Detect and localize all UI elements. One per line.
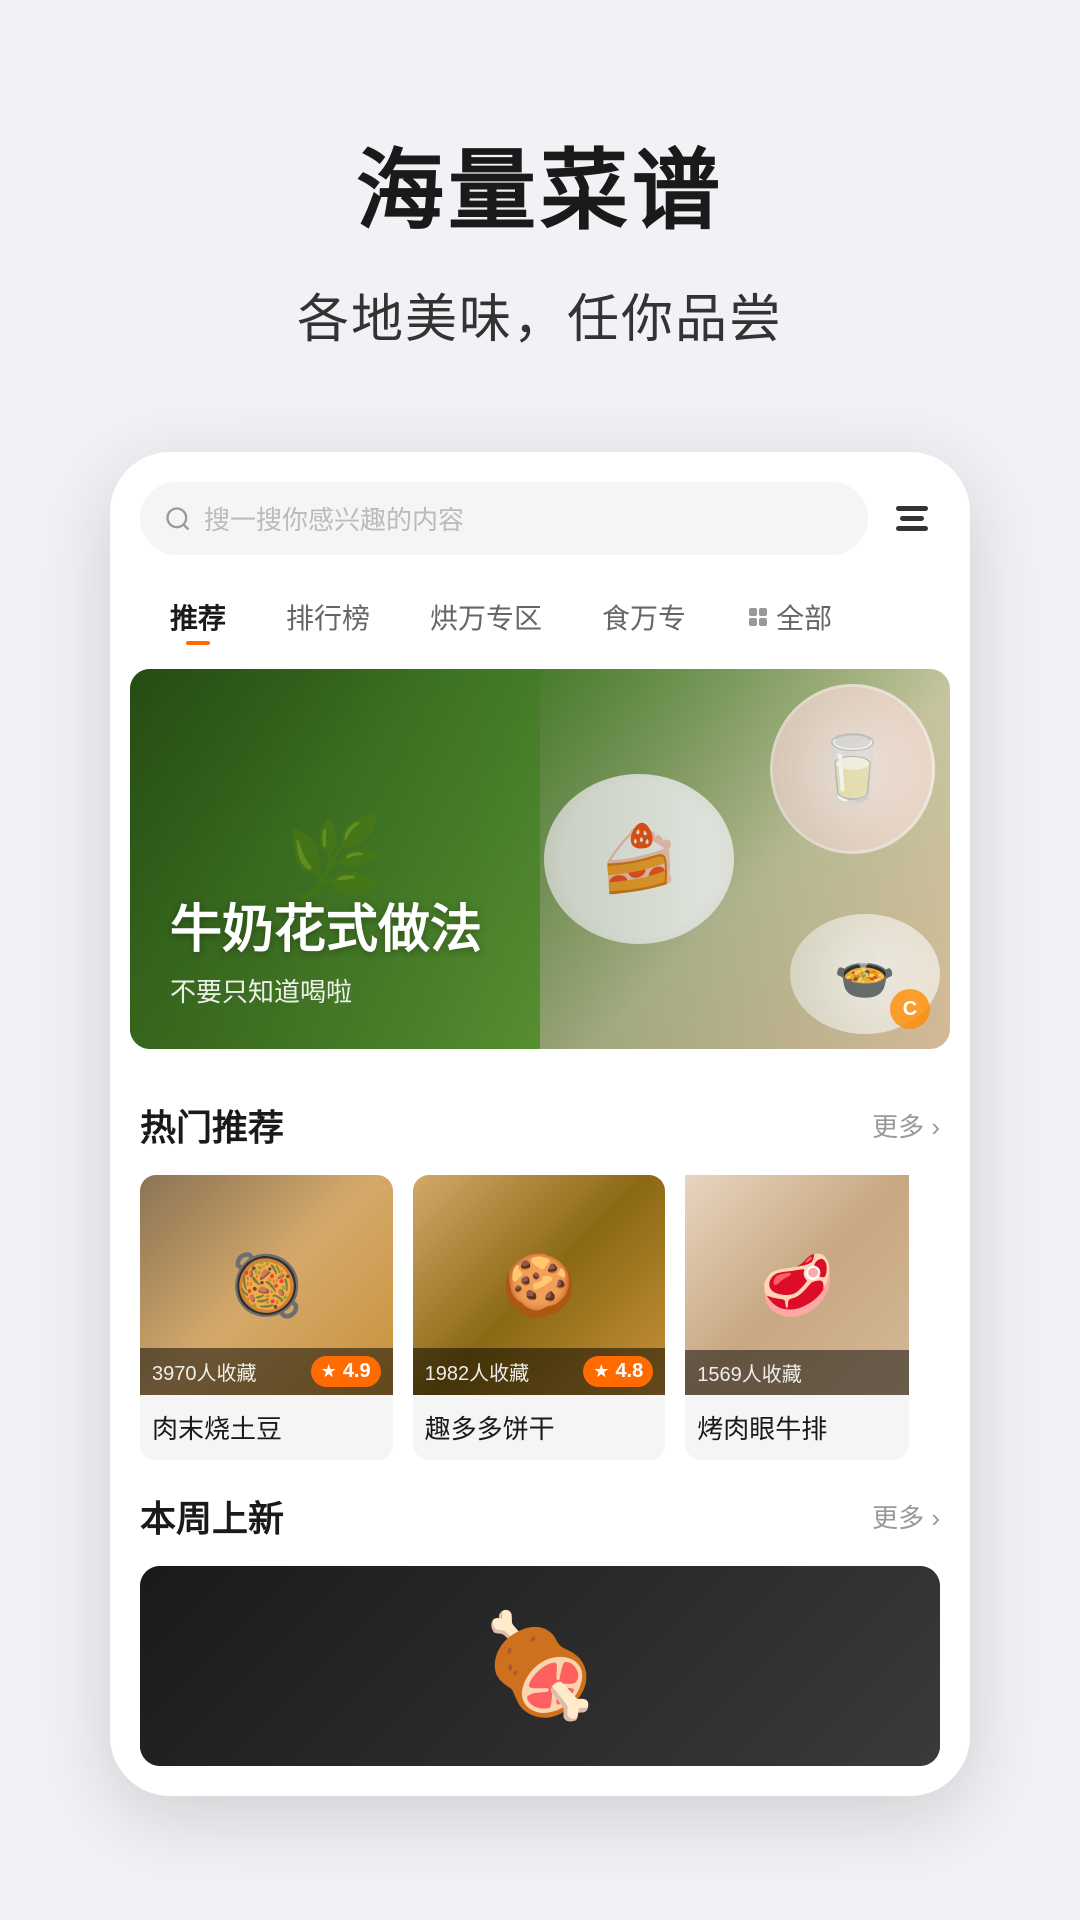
- hot-section-more[interactable]: 更多 ›: [872, 1107, 940, 1144]
- sub-title: 各地美味，任你品尝: [60, 277, 1020, 352]
- hot-section-title: 热门推荐: [140, 1099, 284, 1151]
- recipe-collectors-1: 3970人收藏: [152, 1357, 257, 1386]
- recipe-name-1: 肉末烧土豆: [140, 1395, 393, 1460]
- search-icon: [164, 505, 192, 533]
- recipe-card-2[interactable]: 🍪 1982人收藏 ★ 4.8 趣多多饼干: [413, 1175, 666, 1460]
- banner-overlay: 牛奶花式做法 不要只知道喝啦: [130, 669, 950, 1049]
- recipe-image-1: 🥘 3970人收藏 ★ 4.9: [140, 1175, 393, 1395]
- tab-baking[interactable]: 烘万专区: [400, 585, 572, 649]
- recipe-image-3: 🥩 1569人收藏: [685, 1175, 909, 1395]
- section-header-hot: 热门推荐 更多 ›: [140, 1099, 940, 1151]
- recipe-badge-2: 1982人收藏 ★ 4.8: [413, 1348, 666, 1395]
- tab-active-indicator: [186, 641, 210, 645]
- banner-logo: C: [890, 989, 930, 1029]
- weekly-new-section: 本周上新 更多 › 🍖 🔥 烘万烹饪: [110, 1480, 970, 1796]
- phone-mockup: 搜一搜你感兴趣的内容 推荐 排行榜 烘万专区 食万专: [110, 452, 970, 1796]
- weekly-section-more[interactable]: 更多 ›: [872, 1498, 940, 1535]
- banner-subtitle: 不要只知道喝啦: [170, 972, 910, 1009]
- search-placeholder: 搜一搜你感兴趣的内容: [204, 500, 464, 537]
- main-title: 海量菜谱: [60, 120, 1020, 247]
- recipe-collectors-2: 1982人收藏: [425, 1357, 530, 1386]
- star-icon-2: ★: [593, 1361, 609, 1382]
- weekly-section-title: 本周上新: [140, 1490, 284, 1542]
- rating-value-2: 4.8: [615, 1360, 643, 1383]
- section-header-weekly: 本周上新 更多 ›: [140, 1490, 940, 1542]
- search-bar[interactable]: 搜一搜你感兴趣的内容: [140, 482, 868, 555]
- recipe-image-2: 🍪 1982人收藏 ★ 4.8: [413, 1175, 666, 1395]
- banner-title: 牛奶花式做法: [170, 887, 910, 962]
- recipe-rating-2: ★ 4.8: [583, 1356, 653, 1387]
- tab-recommend[interactable]: 推荐: [140, 585, 256, 649]
- tab-ranking[interactable]: 排行榜: [256, 585, 400, 649]
- recipe-badge-1: 3970人收藏 ★ 4.9: [140, 1348, 393, 1395]
- recipe-card-3[interactable]: 🥩 1569人收藏 烤肉眼牛排: [685, 1175, 909, 1460]
- recipe-name-2: 趣多多饼干: [413, 1395, 666, 1460]
- tabs-container: 推荐 排行榜 烘万专区 食万专 全部: [110, 575, 970, 669]
- grid-icon: [746, 605, 770, 629]
- recipe-name-3: 烤肉眼牛排: [685, 1395, 909, 1460]
- rating-value-1: 4.9: [343, 1360, 371, 1383]
- tab-food[interactable]: 食万专: [572, 585, 716, 649]
- recipe-cards-container: 🥘 3970人收藏 ★ 4.9 肉末烧土豆 🍪: [140, 1175, 940, 1460]
- banner[interactable]: 🌿 🥛 🍰 🍲 牛奶花式做法 不要只知道喝啦 C: [130, 669, 950, 1049]
- hot-recommendations-section: 热门推荐 更多 › 🥘 3970人收藏 ★ 4.9: [110, 1079, 970, 1480]
- weekly-card-bg: 🍖: [140, 1566, 940, 1766]
- star-icon-1: ★: [321, 1361, 337, 1382]
- recipe-rating-1: ★ 4.9: [311, 1356, 381, 1387]
- recipe-badge-3: 1569人收藏: [685, 1350, 909, 1395]
- recipe-collectors-3: 1569人收藏: [697, 1358, 802, 1387]
- weekly-card[interactable]: 🍖 🔥 烘万烹饪: [140, 1566, 940, 1766]
- tab-all[interactable]: 全部: [716, 585, 862, 649]
- recipe-card-1[interactable]: 🥘 3970人收藏 ★ 4.9 肉末烧土豆: [140, 1175, 393, 1460]
- search-bar-container: 搜一搜你感兴趣的内容: [110, 452, 970, 575]
- hamburger-menu-icon[interactable]: [884, 491, 940, 547]
